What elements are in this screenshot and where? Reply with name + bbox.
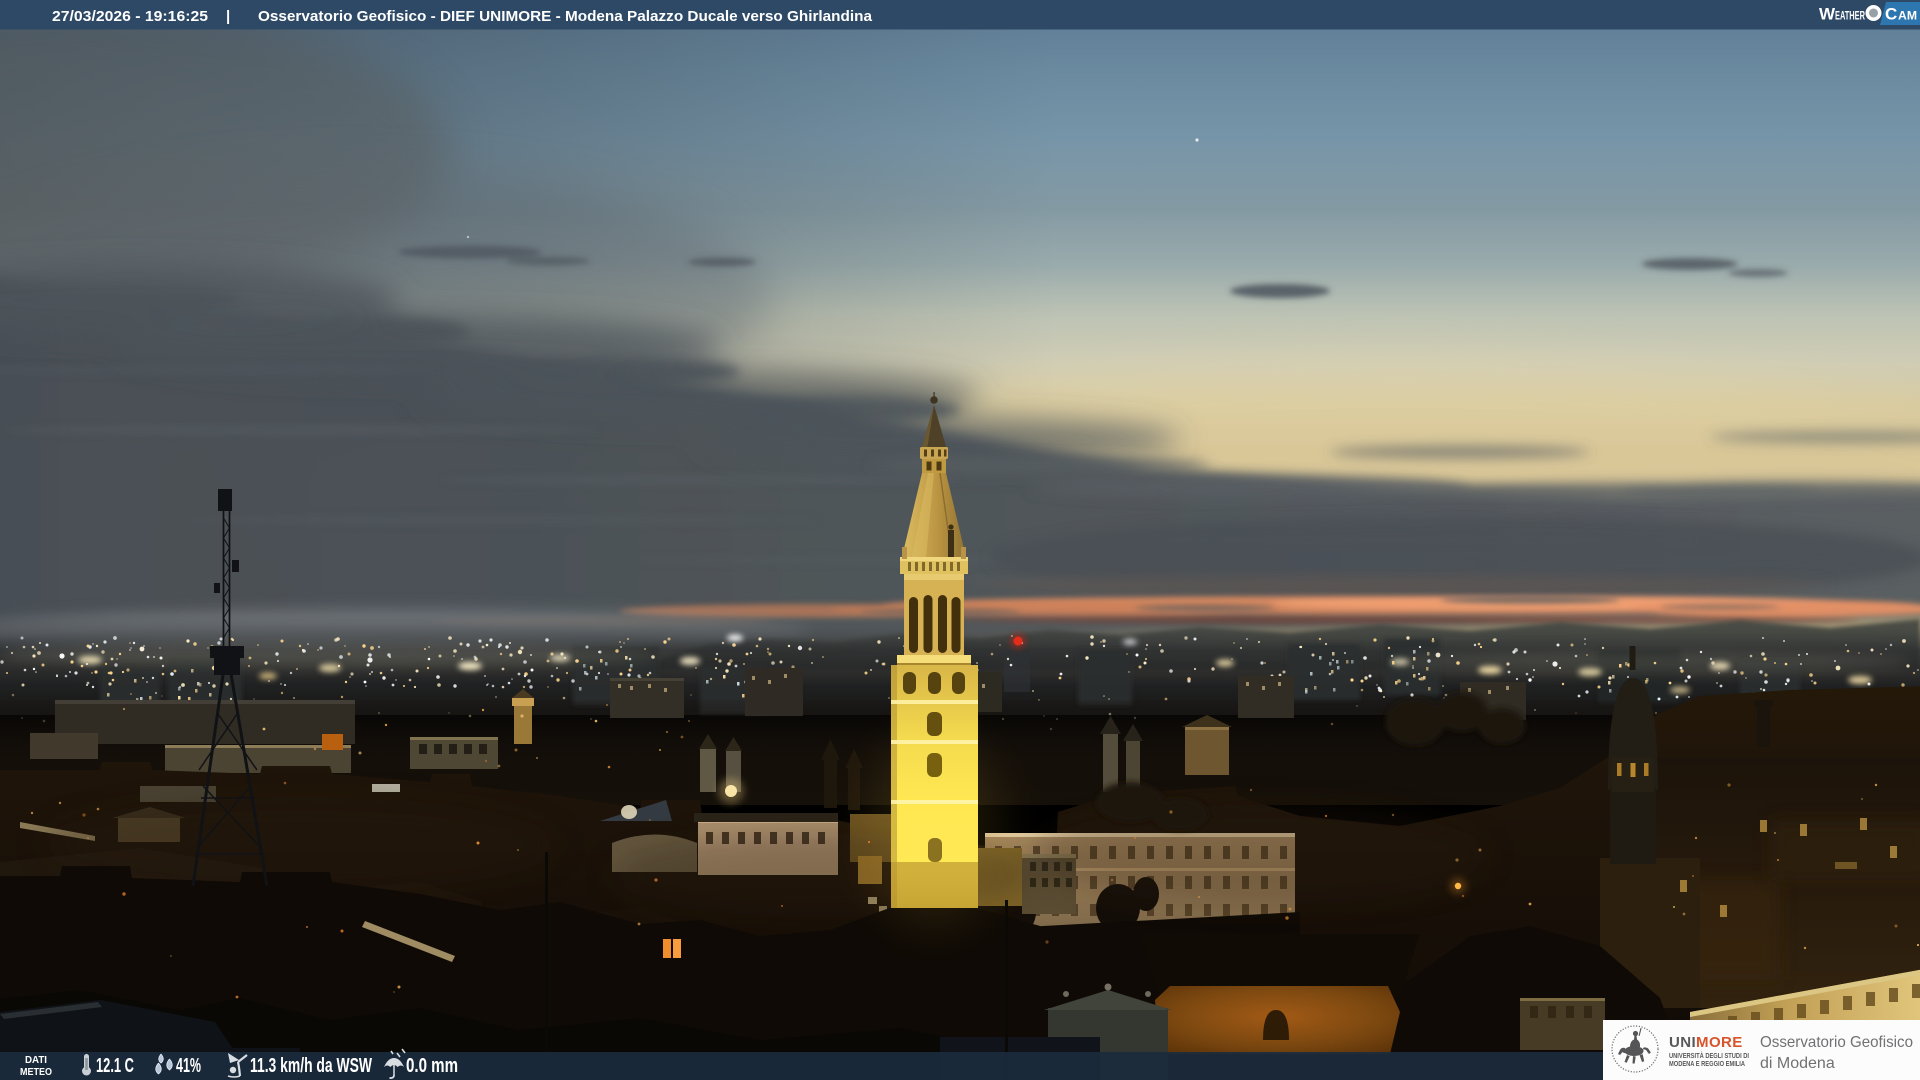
- svg-text:C: C: [1885, 5, 1897, 24]
- svg-text:DATI: DATI: [25, 1055, 47, 1066]
- svg-text:di Modena: di Modena: [1760, 1055, 1835, 1072]
- svg-text:|: |: [226, 8, 230, 25]
- svg-text:MODENA E REGGIO EMILIA: MODENA E REGGIO EMILIA: [1669, 1061, 1745, 1068]
- svg-text:UNIVERSITÀ DEGLI STUDI DI: UNIVERSITÀ DEGLI STUDI DI: [1669, 1051, 1749, 1060]
- svg-text:W: W: [1819, 5, 1836, 24]
- svg-text:41%: 41%: [176, 1055, 201, 1077]
- svg-text:12.1 C: 12.1 C: [96, 1055, 134, 1077]
- svg-text:0.0 mm: 0.0 mm: [406, 1055, 458, 1077]
- svg-text:AM: AM: [1898, 9, 1917, 23]
- svg-text:27/03/2026 - 19:16:25: 27/03/2026 - 19:16:25: [52, 8, 208, 25]
- svg-text:UNIMORE: UNIMORE: [1669, 1034, 1743, 1051]
- svg-text:Osservatorio Geofisico: Osservatorio Geofisico: [1760, 1034, 1913, 1051]
- svg-text:11.3 km/h da WSW: 11.3 km/h da WSW: [250, 1055, 372, 1077]
- svg-text:METEO: METEO: [20, 1067, 52, 1078]
- svg-text:EATHER: EATHER: [1835, 9, 1865, 23]
- svg-text:Osservatorio Geofisico - DIEF: Osservatorio Geofisico - DIEF UNIMORE - …: [258, 8, 873, 25]
